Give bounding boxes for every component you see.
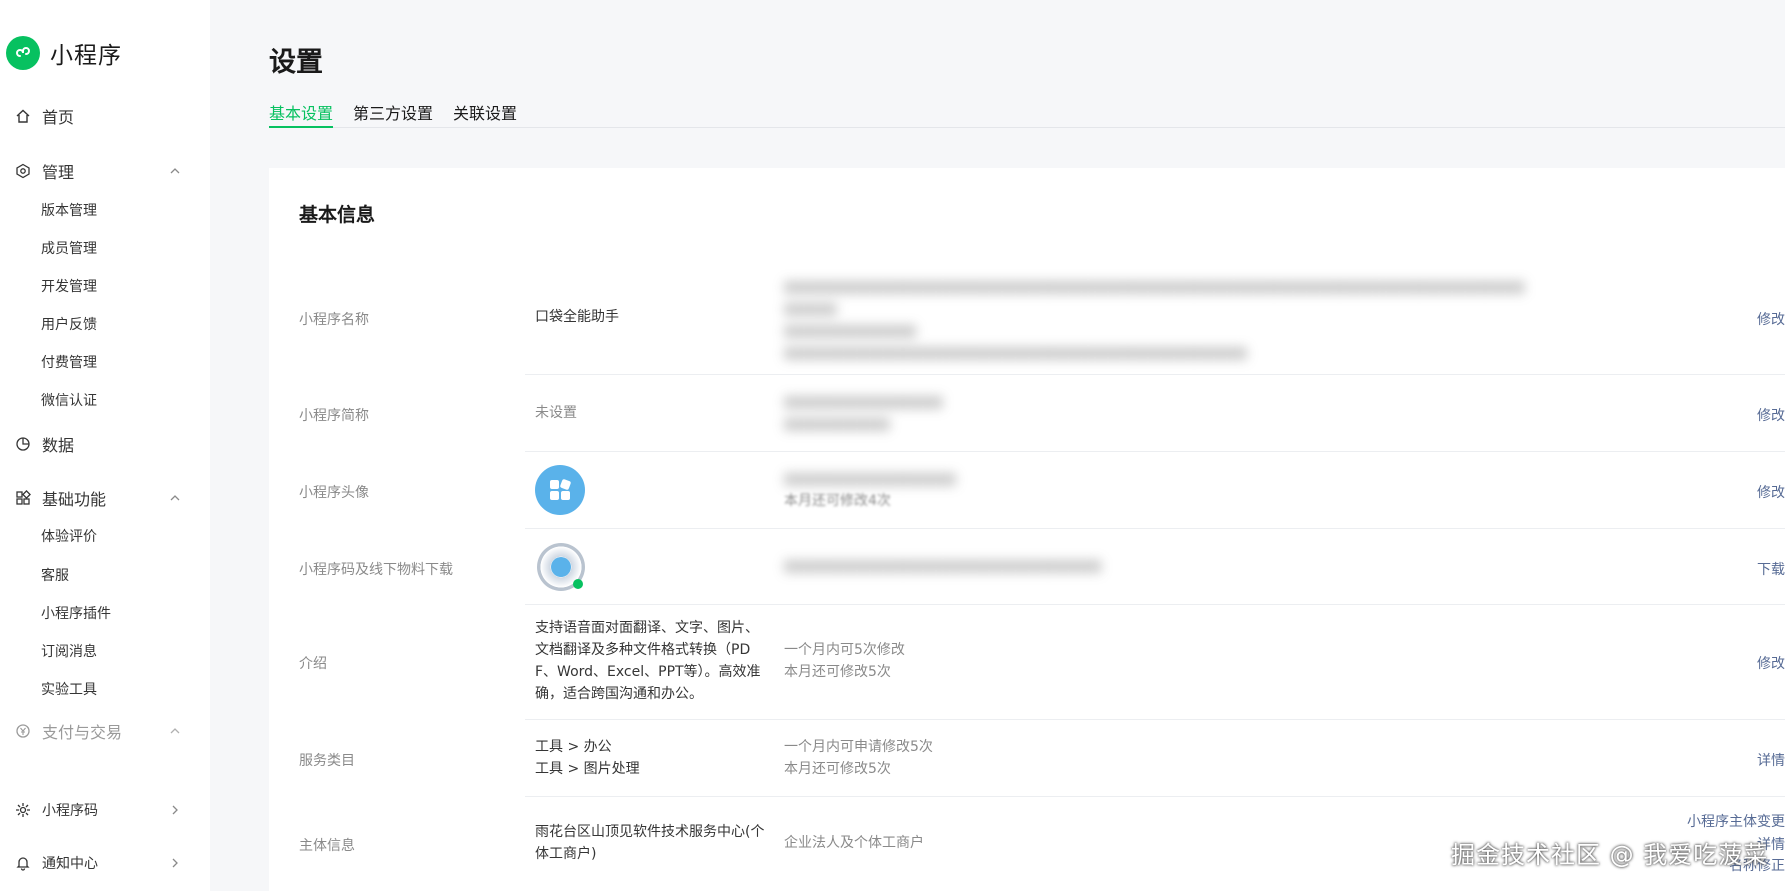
chevron-up-icon[interactable] <box>166 489 184 507</box>
row-avatar: 小程序头像 ■■■■■■■■■■■■■ 本月还可修改4次 修改 <box>269 452 1785 529</box>
sidebar-item-home[interactable]: 首页 <box>14 104 184 128</box>
edit-avatar-link[interactable]: 修改 <box>1757 482 1785 502</box>
sidebar-subitem-lab[interactable]: 实验工具 <box>41 680 97 700</box>
chevron-up-icon[interactable] <box>166 722 184 740</box>
download-link[interactable]: 下载 <box>1757 559 1785 579</box>
sidebar-item-basic[interactable]: 基础功能 <box>14 486 184 510</box>
sidebar-subitem-wechat-verify[interactable]: 微信认证 <box>41 391 97 411</box>
sidebar: 小程序 首页 管理 版本管理 成员管理 开发管理 用户反馈 付费管理 微信认证 <box>0 0 210 891</box>
category-detail-link[interactable]: 详情 <box>1757 750 1785 770</box>
mini-program-code-image <box>537 543 585 591</box>
qrcode-logo-icon <box>551 557 571 577</box>
row-label: 小程序码及线下物料下载 <box>299 562 453 578</box>
redacted-text: ■■■■■■■■■■■■■■■■■■■■■■■■■■■■■■■■■■■■■■■■… <box>784 279 1525 361</box>
sun-code-icon <box>14 801 32 819</box>
short-name-value: 未设置 <box>535 405 577 421</box>
intro-edit-quota: 一个月内可5次修改 本月还可修改5次 <box>784 642 905 680</box>
entity-name: 雨花台区山顶见软件技术服务中心(个 体工商户) <box>535 824 765 862</box>
app-avatar <box>535 465 585 515</box>
sidebar-subitem-plugin[interactable]: 小程序插件 <box>41 604 111 624</box>
avatar-edit-quota: 本月还可修改4次 <box>784 493 891 509</box>
sidebar-item-qrcode[interactable]: 小程序码 <box>14 798 184 822</box>
sidebar-subitem-service[interactable]: 客服 <box>41 566 69 586</box>
section-title: 基本信息 <box>299 204 376 226</box>
watermark: 掘金技术社区 @ 我爱吃菠菜 <box>1451 841 1769 869</box>
sidebar-item-label: 首页 <box>42 108 75 127</box>
row-label: 介绍 <box>299 656 327 672</box>
mini-program-logo-icon <box>6 36 40 70</box>
intro-text: 支持语音面对面翻译、文字、图片、 文档翻译及多种文件格式转换（PD F、Word… <box>535 620 761 702</box>
edit-name-link[interactable]: 修改 <box>1757 309 1785 329</box>
manage-icon <box>14 162 32 180</box>
edit-short-name-link[interactable]: 修改 <box>1757 405 1785 425</box>
yuan-icon <box>14 722 32 740</box>
sidebar-subitem-subscribe[interactable]: 订阅消息 <box>41 642 97 662</box>
sidebar-item-label: 通知中心 <box>42 856 98 872</box>
category-edit-quota: 一个月内可申请修改5次 本月还可修改5次 <box>784 739 933 777</box>
bell-icon <box>14 854 32 872</box>
tab-association-settings[interactable]: 关联设置 <box>453 100 517 128</box>
page-title: 设置 <box>269 47 323 78</box>
tab-third-party-settings[interactable]: 第三方设置 <box>353 100 433 128</box>
row-label: 小程序头像 <box>299 485 369 501</box>
sidebar-item-label: 管理 <box>42 163 75 182</box>
row-label: 主体信息 <box>299 838 355 854</box>
category-list: 工具 > 办公 工具 > 图片处理 <box>535 739 640 777</box>
sidebar-item-manage[interactable]: 管理 <box>14 159 184 183</box>
sidebar-item-notify[interactable]: 通知中心 <box>14 851 184 875</box>
sidebar-subitem-review[interactable]: 体验评价 <box>41 527 97 547</box>
edit-intro-link[interactable]: 修改 <box>1757 653 1785 673</box>
mini-program-name: 口袋全能助手 <box>535 309 619 325</box>
sidebar-item-payment[interactable]: 支付与交易 <box>14 719 184 743</box>
sidebar-subitem-version[interactable]: 版本管理 <box>41 201 97 221</box>
row-intro: 介绍 支持语音面对面翻译、文字、图片、 文档翻译及多种文件格式转换（PD F、W… <box>269 605 1785 720</box>
sidebar-subitem-payment-manage[interactable]: 付费管理 <box>41 353 97 373</box>
row-label: 小程序名称 <box>299 312 369 328</box>
row-category: 服务类目 工具 > 办公 工具 > 图片处理 一个月内可申请修改5次 本月还可修… <box>269 720 1785 797</box>
sidebar-item-data[interactable]: 数据 <box>14 432 184 456</box>
redacted-text: ■■■■■■■■■■■■■ <box>784 471 956 487</box>
tab-basic-settings[interactable]: 基本设置 <box>269 100 334 128</box>
entity-change-link[interactable]: 小程序主体变更 <box>1687 811 1785 831</box>
brand[interactable]: 小程序 <box>6 36 122 70</box>
row-label: 服务类目 <box>299 753 355 769</box>
pie-chart-icon <box>14 435 32 453</box>
row-short-name: 小程序简称 未设置 ■■■■■■■■■■■■ ■■■■■■■■ 修改 <box>269 375 1785 452</box>
home-icon <box>14 107 32 125</box>
row-name: 小程序名称 口袋全能助手 ■■■■■■■■■■■■■■■■■■■■■■■■■■■… <box>269 264 1785 375</box>
row-label: 小程序简称 <box>299 408 369 424</box>
sidebar-item-label: 支付与交易 <box>42 723 123 742</box>
grid-icon <box>14 489 32 507</box>
sidebar-item-label: 基础功能 <box>42 490 107 509</box>
entity-type: 企业法人及个体工商户 <box>784 835 924 851</box>
brand-title: 小程序 <box>50 43 122 69</box>
basic-info-card: 基本信息 小程序名称 口袋全能助手 ■■■■■■■■■■■■■■■■■■■■■■… <box>269 168 1785 891</box>
sidebar-item-label: 小程序码 <box>42 803 98 819</box>
chevron-right-icon[interactable] <box>166 801 184 819</box>
verified-badge-icon <box>573 579 583 589</box>
redacted-text: ■■■■■■■■■■■■ ■■■■■■■■ <box>784 394 943 432</box>
sidebar-subitem-members[interactable]: 成员管理 <box>41 239 97 259</box>
redacted-text: ■■■■■■■■■■■■■■■■■■■■■■■■ <box>784 558 1102 574</box>
sidebar-subitem-feedback[interactable]: 用户反馈 <box>41 315 97 335</box>
tab-bar: 基本设置 第三方设置 关联设置 <box>269 98 1785 128</box>
sidebar-item-label: 数据 <box>42 436 75 455</box>
row-qrcode: 小程序码及线下物料下载 ■■■■■■■■■■■■■■■■■■■■■■■■ 下载 <box>269 529 1785 605</box>
chevron-up-icon[interactable] <box>166 162 184 180</box>
chevron-right-icon[interactable] <box>166 854 184 872</box>
sidebar-subitem-dev[interactable]: 开发管理 <box>41 277 97 297</box>
